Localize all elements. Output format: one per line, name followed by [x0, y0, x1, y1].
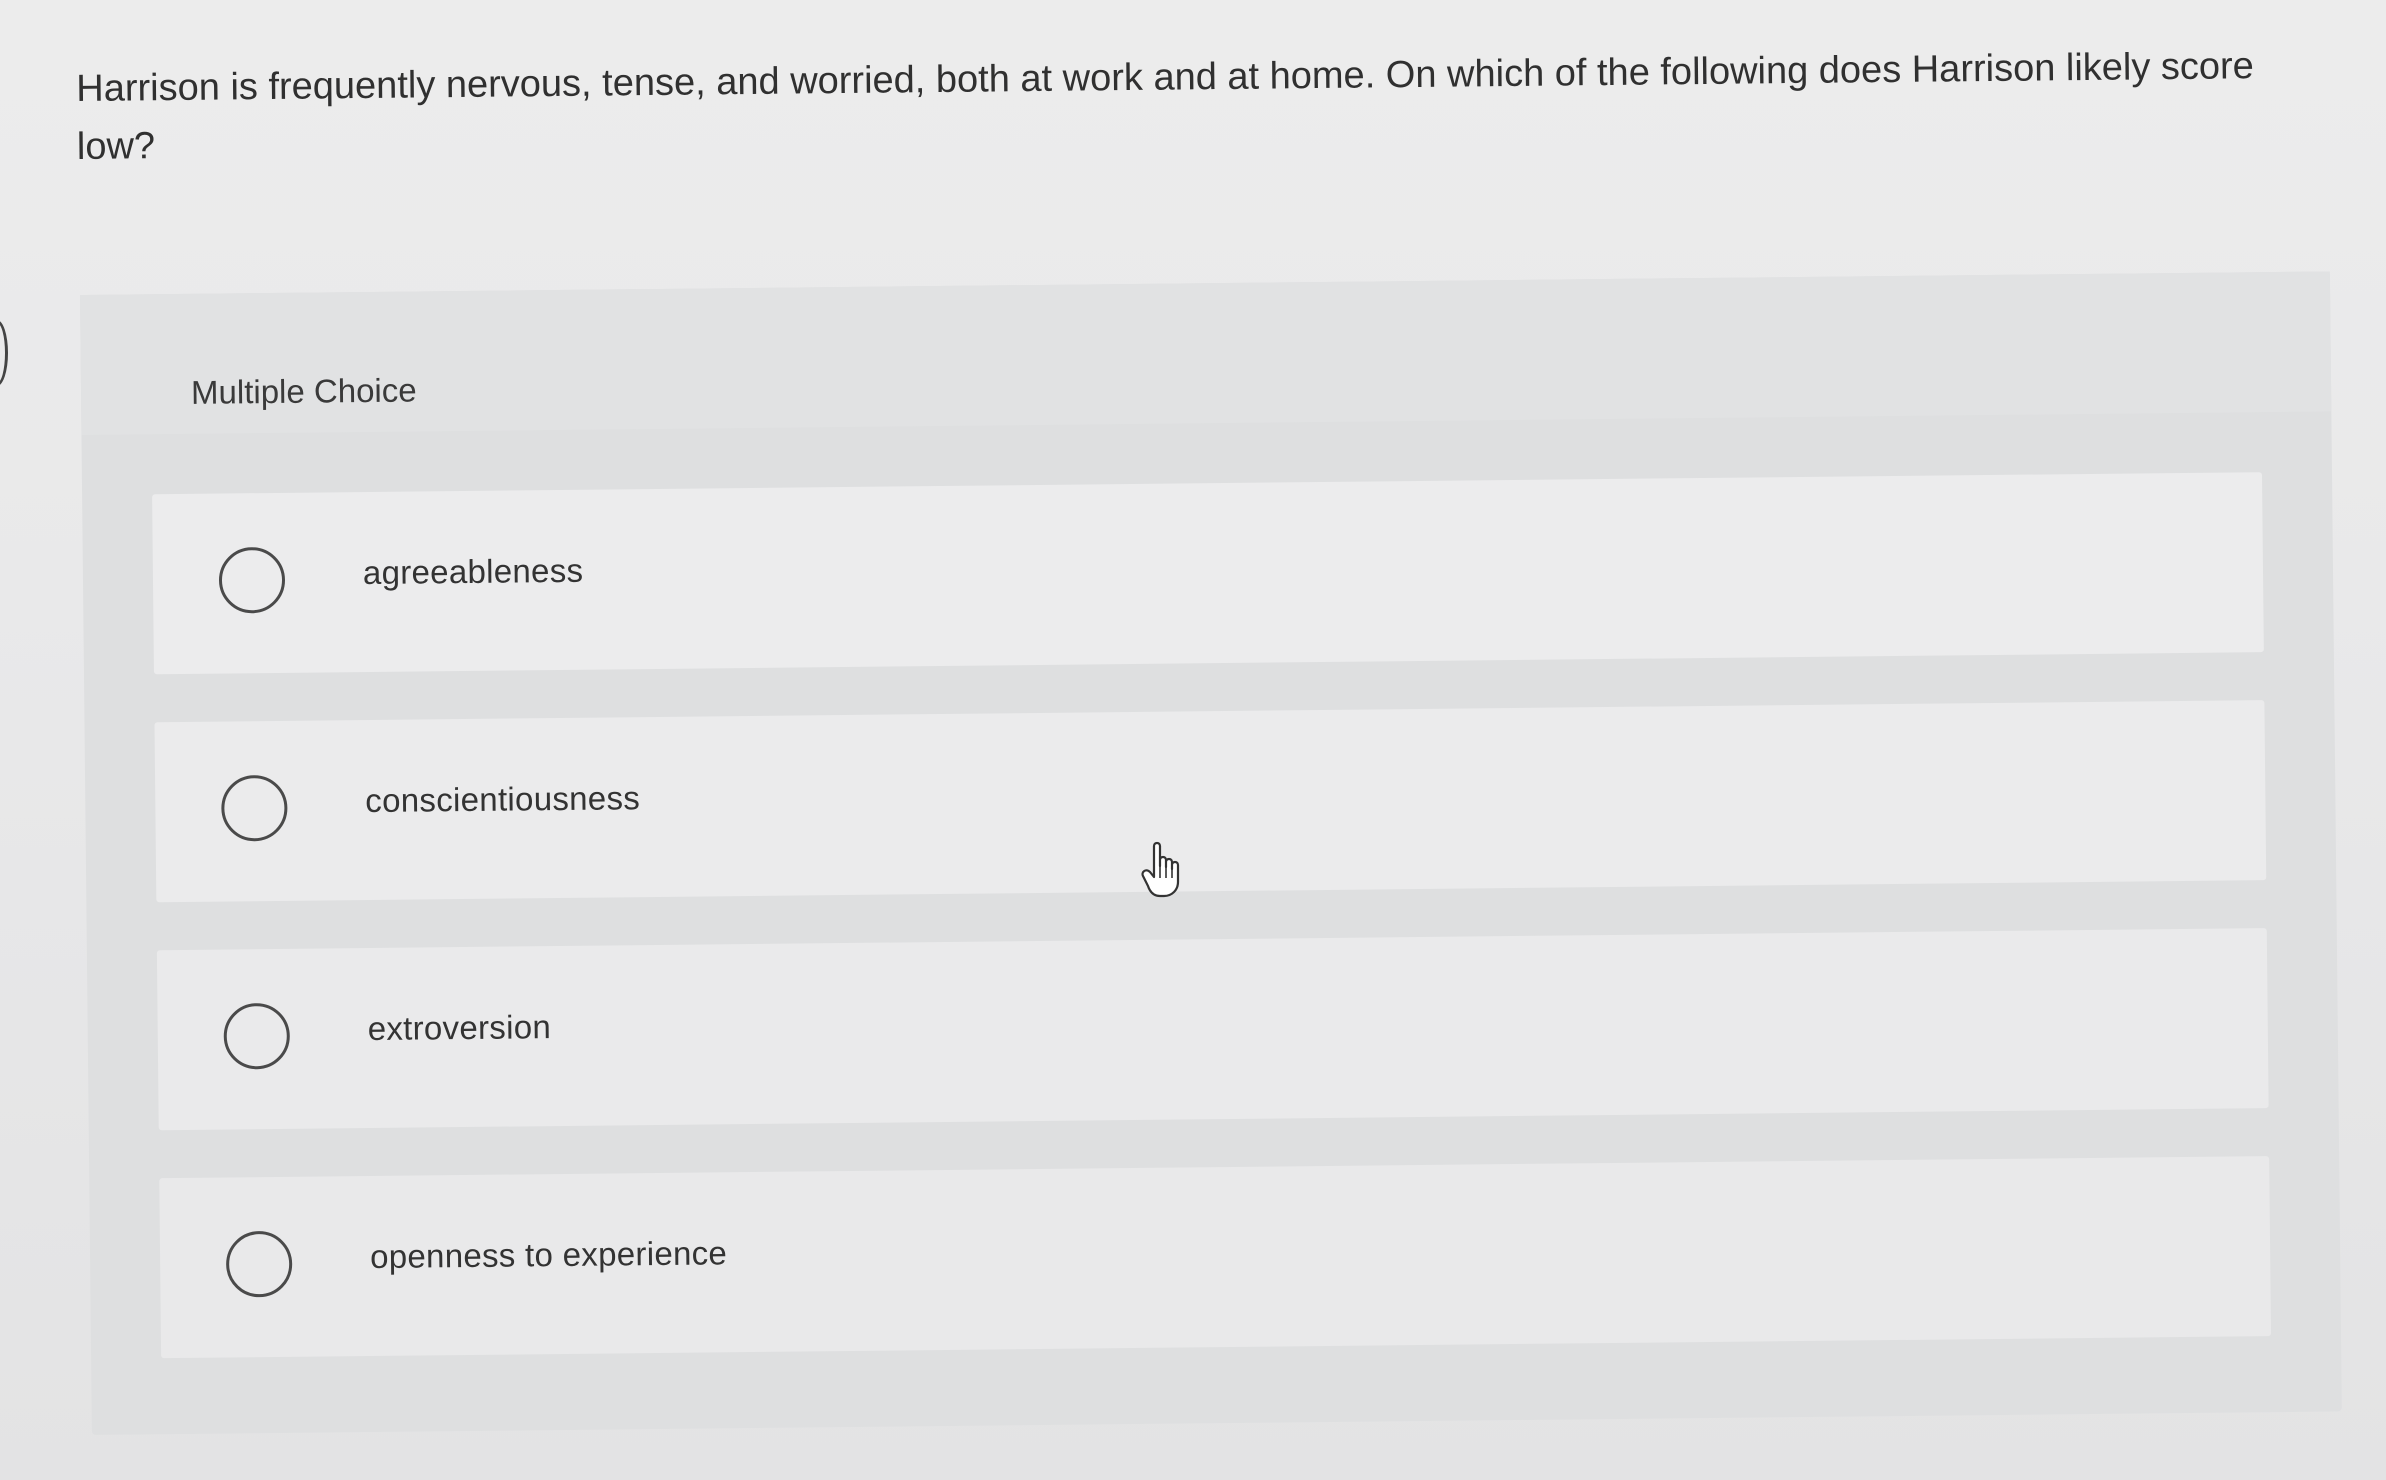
radio-button[interactable]: [221, 774, 288, 842]
option-label: agreeableness: [362, 551, 584, 592]
question-prompt: Harrison is frequently nervous, tense, a…: [76, 45, 2255, 168]
radio-button[interactable]: [225, 1230, 293, 1298]
option-conscientiousness[interactable]: conscientiousness: [154, 700, 2267, 903]
option-label: extroversion: [367, 1008, 552, 1048]
question-type-label: Multiple Choice: [190, 371, 417, 411]
left-edge-partial-control: [0, 320, 8, 386]
radio-button[interactable]: [218, 546, 286, 614]
answer-panel: Multiple Choice agreeableness conscienti…: [80, 271, 2342, 1435]
hand-pointer-icon: [1141, 841, 1180, 898]
option-label: conscientiousness: [365, 779, 641, 820]
option-label: openness to experience: [369, 1234, 728, 1276]
option-openness-to-experience[interactable]: openness to experience: [159, 1156, 2272, 1359]
option-agreeableness[interactable]: agreeableness: [152, 472, 2264, 675]
option-extroversion[interactable]: extroversion: [156, 928, 2269, 1131]
answer-options: agreeableness conscientiousness extrover…: [152, 472, 2272, 1406]
answer-panel-header: Multiple Choice: [80, 271, 2332, 435]
radio-button[interactable]: [223, 1002, 291, 1070]
